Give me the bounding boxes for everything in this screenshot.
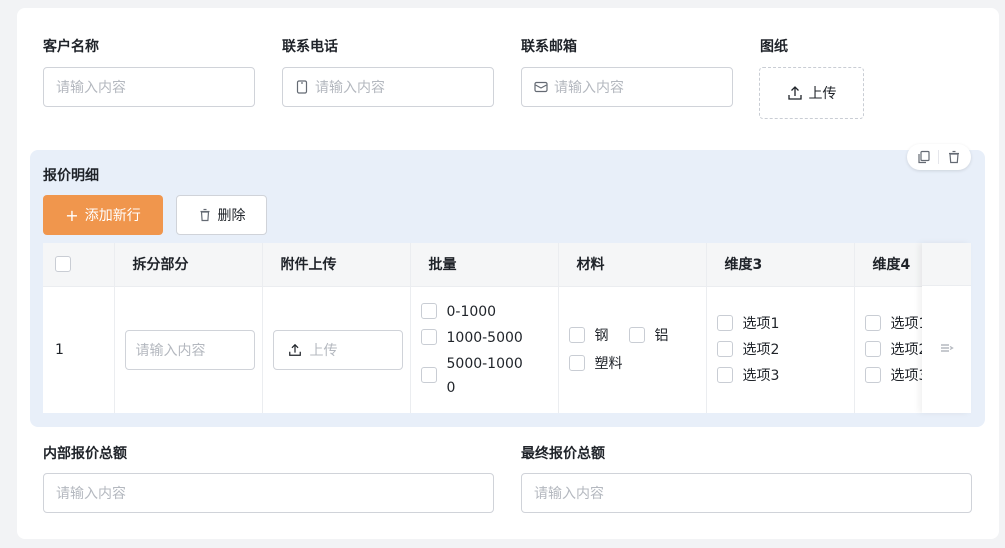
table-header-row: 拆分部分 附件上传 批量 材料 维度3 维度4 bbox=[43, 243, 971, 287]
batch-option[interactable]: 5000-10000 bbox=[420, 352, 558, 400]
table-row: 1 请输入内容 上传 0-1000 1000-5000 5000-10000 钢… bbox=[43, 286, 971, 413]
checkbox[interactable] bbox=[568, 354, 585, 371]
phone-icon bbox=[295, 80, 309, 94]
attachment-upload-button[interactable]: 上传 bbox=[272, 329, 403, 370]
batch-option-label: 1000-5000 bbox=[446, 329, 523, 346]
customer-name-input[interactable]: 请输入内容 bbox=[43, 67, 255, 107]
delete-label: 删除 bbox=[217, 208, 246, 224]
attachment-upload-label: 上传 bbox=[309, 342, 338, 359]
upload-icon bbox=[787, 86, 802, 100]
detail-toolbar bbox=[907, 144, 971, 170]
column-header-dim3: 维度3 bbox=[706, 243, 855, 287]
upload-cell: 上传 bbox=[262, 286, 411, 413]
checkbox[interactable] bbox=[864, 314, 881, 331]
add-row-label: 添加新行 bbox=[84, 208, 141, 224]
batch-option-label: 5000-10000 bbox=[446, 355, 523, 396]
checkbox[interactable] bbox=[420, 366, 437, 383]
batch-option-label: 0-1000 bbox=[446, 303, 497, 320]
row-index: 1 bbox=[43, 286, 115, 413]
contact-phone-placeholder: 请输入内容 bbox=[315, 80, 385, 96]
material-option[interactable]: 铝 bbox=[628, 324, 669, 348]
material-option-label: 塑料 bbox=[594, 355, 623, 372]
column-header-upload: 附件上传 bbox=[262, 243, 411, 287]
column-header-batch: 批量 bbox=[410, 243, 559, 287]
final-total-label: 最终报价总额 bbox=[521, 446, 605, 462]
customer-name-placeholder: 请输入内容 bbox=[56, 80, 126, 96]
material-option[interactable]: 塑料 bbox=[568, 352, 706, 376]
checkbox[interactable] bbox=[864, 340, 881, 357]
dim3-option[interactable]: 选项2 bbox=[716, 338, 854, 362]
checkbox[interactable] bbox=[420, 302, 437, 319]
checkbox[interactable] bbox=[568, 326, 585, 343]
column-header-material: 材料 bbox=[558, 243, 707, 287]
delete-button[interactable]: 删除 bbox=[176, 195, 267, 235]
batch-option[interactable]: 1000-5000 bbox=[420, 326, 558, 350]
split-placeholder: 请输入内容 bbox=[135, 342, 206, 359]
batch-cell: 0-1000 1000-5000 5000-10000 bbox=[410, 286, 559, 413]
internal-total-label: 内部报价总额 bbox=[43, 446, 127, 462]
column-header-split: 拆分部分 bbox=[114, 243, 263, 287]
material-cell: 钢 铝 塑料 bbox=[558, 286, 707, 413]
final-total-placeholder: 请输入内容 bbox=[534, 486, 604, 502]
dim3-cell: 选项1 选项2 选项3 bbox=[706, 286, 855, 413]
row-actions-cell bbox=[922, 286, 971, 413]
material-option[interactable]: 钢 bbox=[568, 324, 609, 348]
toolbar-divider bbox=[938, 150, 940, 164]
dim3-option[interactable]: 选项1 bbox=[716, 312, 854, 336]
drawing-label: 图纸 bbox=[760, 39, 788, 55]
batch-option[interactable]: 0-1000 bbox=[420, 300, 558, 324]
drawing-upload-label: 上传 bbox=[808, 86, 837, 102]
checkbox[interactable] bbox=[716, 366, 733, 383]
drawing-upload-button[interactable]: 上传 bbox=[759, 67, 864, 119]
mail-icon bbox=[534, 80, 548, 94]
quote-detail-section: 报价明细 + 添加新行 删除 拆分部分 附件上传 批量 材料 维度3 维度4 1… bbox=[30, 144, 985, 427]
material-option-label: 铝 bbox=[654, 327, 669, 344]
checkbox[interactable] bbox=[716, 314, 733, 331]
split-cell: 请输入内容 bbox=[114, 286, 263, 413]
contact-email-label: 联系邮箱 bbox=[521, 39, 577, 55]
dim3-option-label: 选项1 bbox=[742, 315, 780, 332]
checkbox[interactable] bbox=[864, 366, 881, 383]
contact-phone-input[interactable]: 请输入内容 bbox=[282, 67, 494, 107]
trash-icon[interactable] bbox=[947, 150, 961, 164]
upload-icon bbox=[288, 343, 301, 356]
detail-table: 拆分部分 附件上传 批量 材料 维度3 维度4 1 请输入内容 上传 0-100… bbox=[43, 243, 971, 413]
row-actions-header bbox=[922, 243, 971, 286]
select-all-checkbox[interactable] bbox=[55, 256, 71, 273]
internal-total-input[interactable]: 请输入内容 bbox=[43, 473, 494, 513]
checkbox[interactable] bbox=[420, 328, 437, 345]
copy-icon[interactable] bbox=[917, 150, 931, 164]
detail-title: 报价明细 bbox=[43, 168, 99, 184]
customer-name-label: 客户名称 bbox=[43, 39, 99, 55]
plus-icon: + bbox=[65, 205, 79, 225]
contact-email-placeholder: 请输入内容 bbox=[554, 80, 624, 96]
row-actions-column bbox=[922, 243, 971, 413]
drag-handle-icon[interactable] bbox=[939, 341, 955, 359]
quote-form-card: 客户名称 请输入内容 联系电话 请输入内容 联系邮箱 请输入内容 图纸 上传 报… bbox=[17, 8, 999, 539]
trash-icon bbox=[200, 208, 209, 222]
material-option-label: 钢 bbox=[594, 327, 609, 344]
checkbox[interactable] bbox=[716, 340, 733, 357]
dim3-option[interactable]: 选项3 bbox=[716, 364, 854, 388]
dim3-option-label: 选项3 bbox=[742, 367, 780, 384]
contact-email-input[interactable]: 请输入内容 bbox=[521, 67, 733, 107]
select-all-cell bbox=[43, 243, 115, 287]
checkbox[interactable] bbox=[628, 326, 645, 343]
final-total-input[interactable]: 请输入内容 bbox=[521, 473, 972, 513]
internal-total-placeholder: 请输入内容 bbox=[56, 486, 126, 502]
add-row-button[interactable]: + 添加新行 bbox=[43, 195, 163, 235]
dim3-option-label: 选项2 bbox=[742, 341, 780, 358]
contact-phone-label: 联系电话 bbox=[282, 39, 338, 55]
split-input[interactable]: 请输入内容 bbox=[124, 329, 255, 370]
